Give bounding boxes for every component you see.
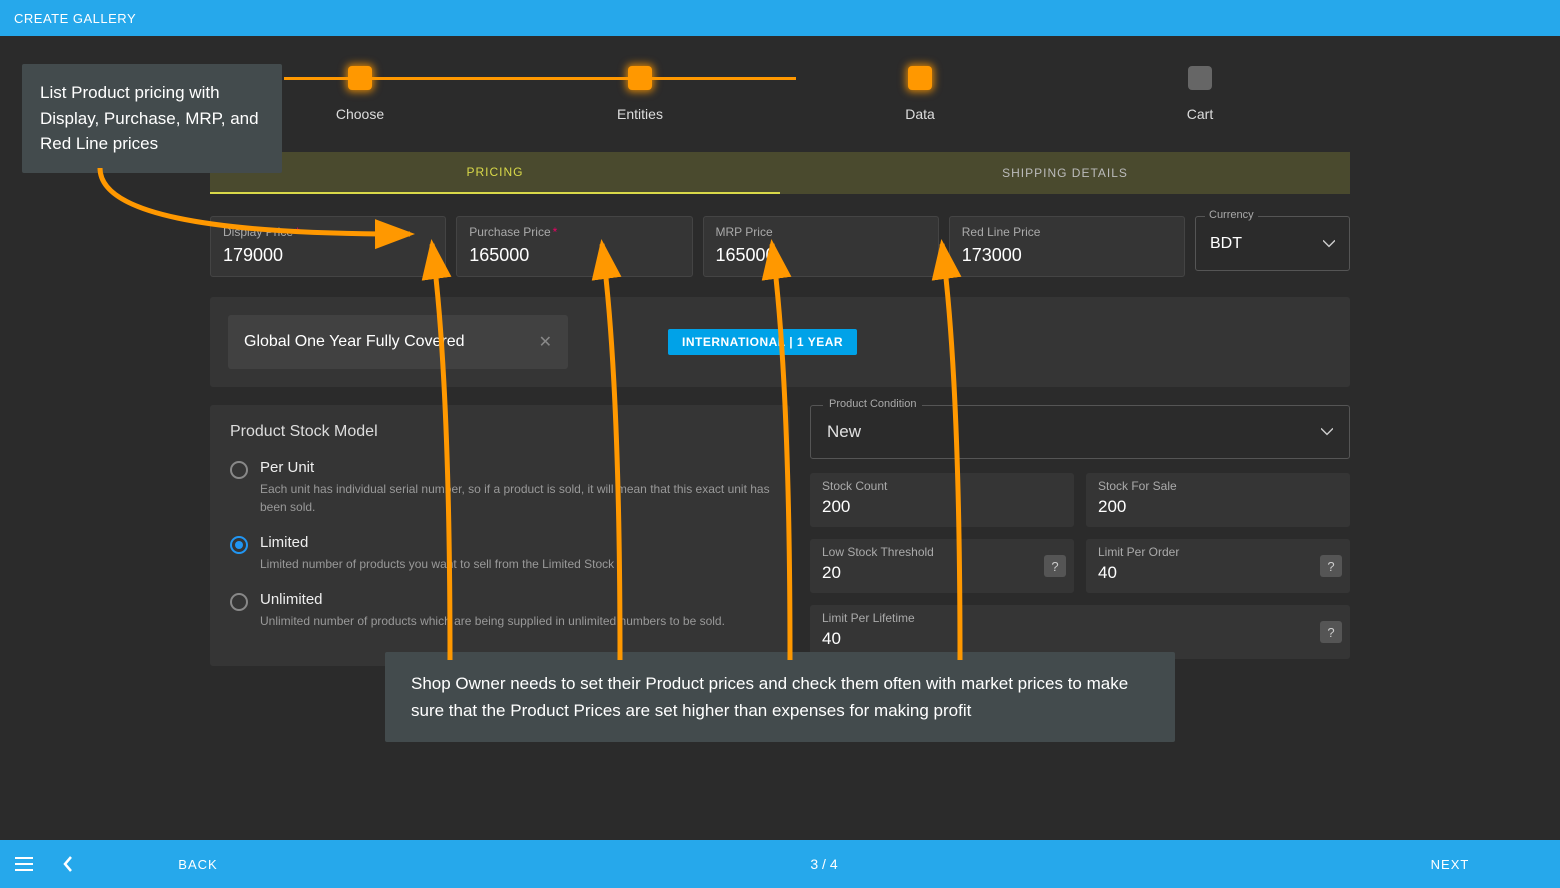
warranty-badge[interactable]: INTERNATIONAL | 1 YEAR <box>668 329 857 355</box>
radio-limited-desc: Limited number of products you want to s… <box>260 555 614 573</box>
low-threshold-label: Low Stock Threshold <box>822 545 1062 559</box>
limit-life-label: Limit Per Lifetime <box>822 611 1338 625</box>
mrp-price-field[interactable]: MRP Price 165000 <box>703 216 939 277</box>
step-connector <box>284 77 796 80</box>
radio-unlimited-desc: Unlimited number of products which are b… <box>260 612 725 630</box>
limit-order-value[interactable]: 40 <box>1098 563 1338 583</box>
currency-label: Currency <box>1205 209 1258 221</box>
mrp-price-value[interactable]: 165000 <box>716 245 926 266</box>
radio-icon[interactable] <box>230 461 248 479</box>
step-label-entities: Entities <box>550 106 730 122</box>
purchase-price-value[interactable]: 165000 <box>469 245 679 266</box>
app-title: CREATE GALLERY <box>14 11 136 26</box>
display-price-value[interactable]: 179000 <box>223 245 433 266</box>
radio-unlimited-title: Unlimited <box>260 591 725 608</box>
radio-icon[interactable] <box>230 593 248 611</box>
purchase-price-label: Purchase Price <box>469 225 550 239</box>
stock-sale-value[interactable]: 200 <box>1098 497 1338 517</box>
step-cart[interactable] <box>1188 66 1212 90</box>
next-button[interactable]: NEXT <box>1340 857 1560 872</box>
footer-bar: BACK 3 / 4 NEXT <box>0 840 1560 888</box>
currency-select[interactable]: Currency BDT <box>1195 216 1350 277</box>
annotation-callout-1: List Product pricing with Display, Purch… <box>22 64 282 173</box>
redline-price-value[interactable]: 173000 <box>962 245 1172 266</box>
price-fields-row: Display Price* 179000 Purchase Price* 16… <box>210 216 1350 277</box>
redline-price-label: Red Line Price <box>962 225 1172 239</box>
help-icon[interactable]: ? <box>1320 621 1342 643</box>
display-price-field[interactable]: Display Price* 179000 <box>210 216 446 277</box>
annotation-callout-2: Shop Owner needs to set their Product pr… <box>385 652 1175 742</box>
product-condition-select[interactable]: Product Condition New <box>810 405 1350 459</box>
low-threshold-field[interactable]: Low Stock Threshold 20 ? <box>810 539 1074 593</box>
mrp-price-label: MRP Price <box>716 225 926 239</box>
back-button[interactable]: BACK <box>88 857 308 872</box>
condition-value: New <box>827 422 861 442</box>
stock-sale-field[interactable]: Stock For Sale 200 <box>1086 473 1350 527</box>
back-icon[interactable] <box>48 856 88 872</box>
step-label-cart: Cart <box>1110 106 1290 122</box>
currency-value: BDT <box>1210 235 1242 253</box>
close-icon[interactable]: ✕ <box>539 332 552 352</box>
chevron-down-icon <box>1323 238 1335 250</box>
radio-per-unit-desc: Each unit has individual serial number, … <box>260 480 770 516</box>
menu-icon[interactable] <box>0 857 48 871</box>
low-threshold-value[interactable]: 20 <box>822 563 1062 583</box>
step-data[interactable] <box>908 66 932 90</box>
limit-order-field[interactable]: Limit Per Order 40 ? <box>1086 539 1350 593</box>
stock-model-title: Product Stock Model <box>230 423 770 441</box>
page-indicator: 3 / 4 <box>308 856 1340 872</box>
stepper: Choose Entities Data Cart <box>210 66 1350 122</box>
display-price-label: Display Price <box>223 225 293 239</box>
radio-limited[interactable]: Limited Limited number of products you w… <box>230 534 770 573</box>
radio-limited-title: Limited <box>260 534 614 551</box>
condition-label: Product Condition <box>823 398 922 410</box>
limit-order-label: Limit Per Order <box>1098 545 1338 559</box>
radio-unlimited[interactable]: Unlimited Unlimited number of products w… <box>230 591 770 630</box>
help-icon[interactable]: ? <box>1320 555 1342 577</box>
radio-per-unit[interactable]: Per Unit Each unit has individual serial… <box>230 459 770 516</box>
stock-count-field[interactable]: Stock Count 200 <box>810 473 1074 527</box>
stock-count-value[interactable]: 200 <box>822 497 1062 517</box>
stock-details-panel: Product Condition New Stock Count 200 St… <box>810 405 1350 666</box>
help-icon[interactable]: ? <box>1044 555 1066 577</box>
chevron-down-icon <box>1321 426 1333 438</box>
stock-sale-label: Stock For Sale <box>1098 479 1338 493</box>
app-title-bar: CREATE GALLERY <box>0 0 1560 36</box>
step-label-data: Data <box>830 106 1010 122</box>
tab-shipping[interactable]: SHIPPING DETAILS <box>780 152 1350 194</box>
tabs: PRICING SHIPPING DETAILS <box>210 152 1350 194</box>
redline-price-field[interactable]: Red Line Price 173000 <box>949 216 1185 277</box>
limit-life-value[interactable]: 40 <box>822 629 1338 649</box>
warranty-section: Global One Year Fully Covered ✕ INTERNAT… <box>210 297 1350 387</box>
warranty-chip-text: Global One Year Fully Covered <box>244 331 465 353</box>
purchase-price-field[interactable]: Purchase Price* 165000 <box>456 216 692 277</box>
stock-model-panel: Product Stock Model Per Unit Each unit h… <box>210 405 790 666</box>
stock-count-label: Stock Count <box>822 479 1062 493</box>
radio-icon[interactable] <box>230 536 248 554</box>
step-label-choose: Choose <box>270 106 450 122</box>
tab-pricing[interactable]: PRICING <box>210 152 780 194</box>
warranty-chip[interactable]: Global One Year Fully Covered ✕ <box>228 315 568 369</box>
radio-per-unit-title: Per Unit <box>260 459 770 476</box>
